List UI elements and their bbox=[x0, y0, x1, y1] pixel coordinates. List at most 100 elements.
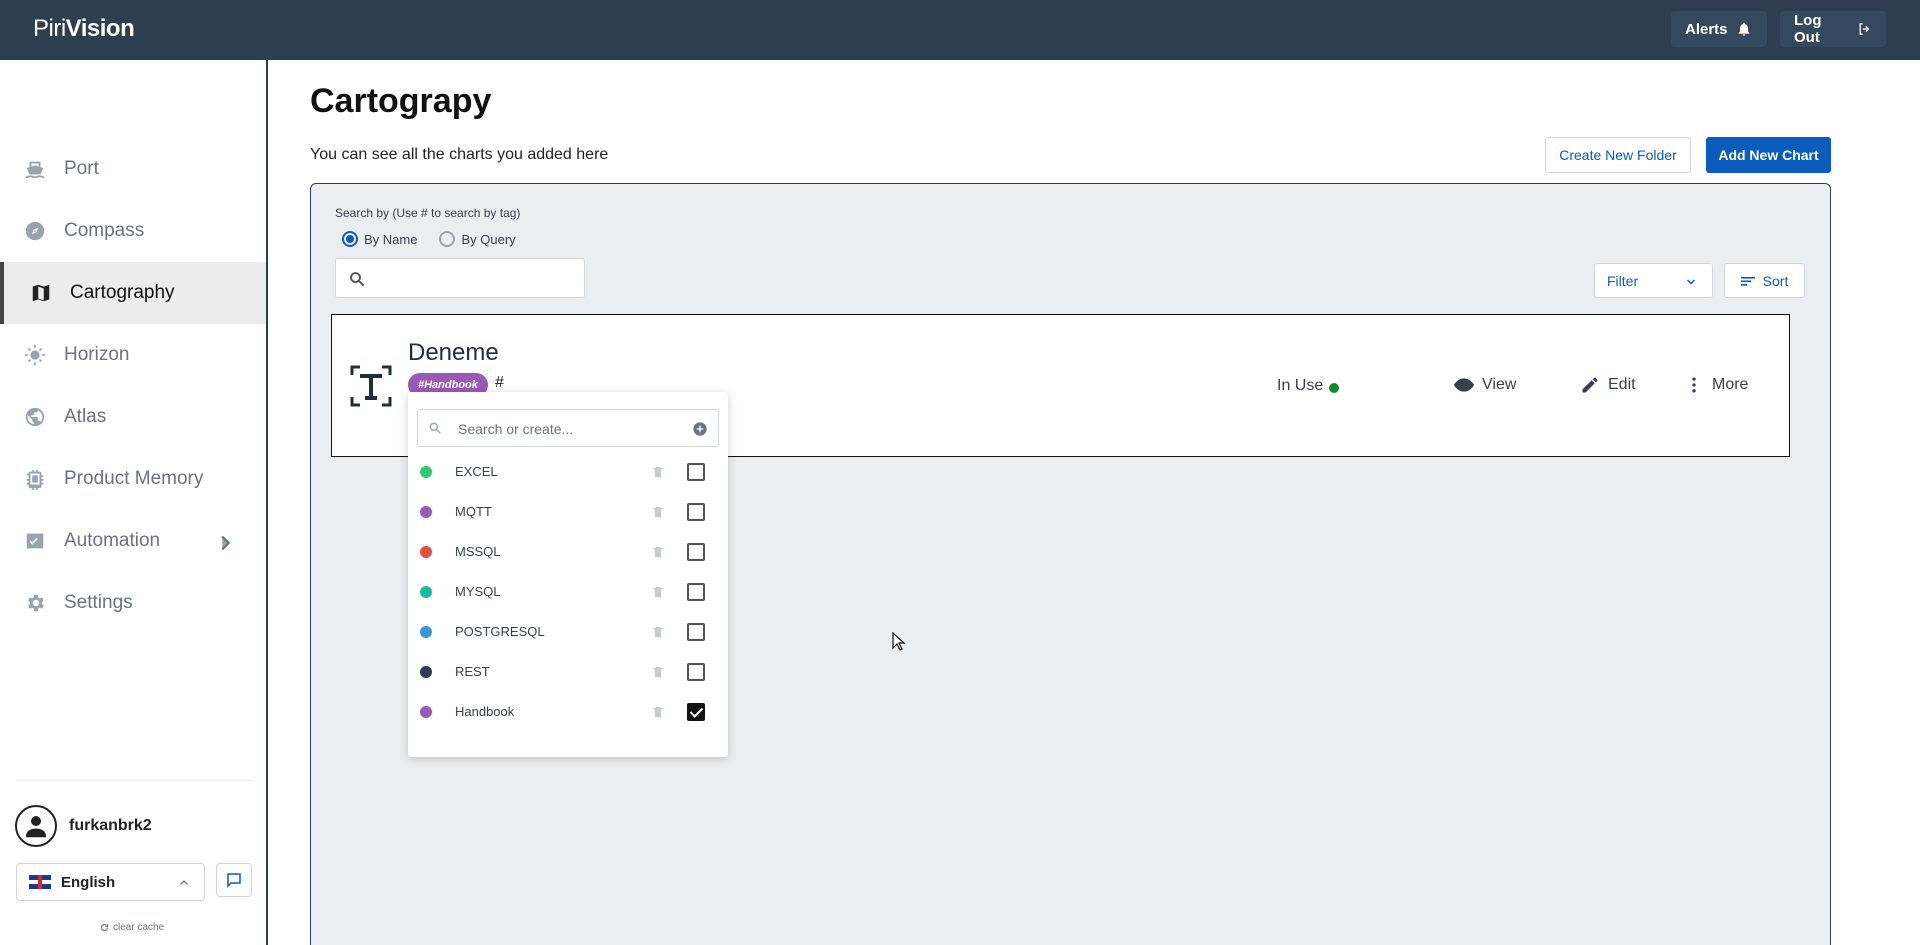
sidebar-item-atlas[interactable]: Atlas bbox=[0, 386, 266, 448]
app-logo[interactable]: PiriVision bbox=[33, 15, 135, 43]
sidebar-item-label: Settings bbox=[64, 592, 133, 613]
sun-icon bbox=[24, 344, 46, 366]
sidebar-item-cartography[interactable]: Cartography bbox=[0, 262, 266, 324]
sidebar-item-port[interactable]: Port bbox=[0, 138, 266, 200]
tag-checkbox[interactable] bbox=[687, 503, 705, 521]
radio-by-name[interactable]: By Name bbox=[342, 231, 417, 247]
ship-icon bbox=[25, 161, 45, 179]
username: furkanbrk2 bbox=[69, 817, 152, 834]
tag-name: POSTGRESQL bbox=[455, 624, 545, 639]
sidebar-item-automation[interactable]: Automation bbox=[0, 510, 266, 572]
sidebar-item-label: Product Memory bbox=[64, 468, 204, 489]
radio-by-query[interactable]: By Query bbox=[439, 231, 516, 247]
trash-icon[interactable] bbox=[651, 544, 665, 560]
tag-color-dot bbox=[420, 466, 432, 478]
tag-name: MYSQL bbox=[455, 584, 501, 599]
logout-label: Log Out bbox=[1794, 12, 1822, 46]
tag-search-input[interactable] bbox=[458, 418, 678, 440]
chart-title[interactable]: Deneme bbox=[408, 339, 499, 367]
user-profile[interactable]: furkanbrk2 bbox=[15, 805, 152, 847]
page-title: Cartograpy bbox=[310, 82, 492, 120]
tag-color-dot bbox=[420, 506, 432, 518]
top-bar: PiriVision Alerts Log Out bbox=[0, 0, 1920, 60]
edit-button[interactable]: Edit bbox=[1580, 375, 1636, 395]
language-label: English bbox=[61, 873, 116, 891]
chat-button[interactable] bbox=[216, 863, 252, 897]
add-tag-hash[interactable]: # bbox=[495, 374, 504, 392]
search-mode-radio-group: By Name By Query bbox=[342, 231, 516, 247]
alerts-button[interactable]: Alerts bbox=[1671, 11, 1767, 47]
trash-icon[interactable] bbox=[651, 464, 665, 480]
tag-option-row[interactable]: EXCEL bbox=[408, 452, 728, 492]
trash-icon[interactable] bbox=[651, 584, 665, 600]
chevron-up-icon bbox=[180, 880, 188, 885]
clear-cache-label: clear cache bbox=[113, 922, 165, 933]
sidebar-item-label: Horizon bbox=[64, 344, 130, 365]
tag-checkbox[interactable] bbox=[687, 623, 705, 641]
sidebar-item-compass[interactable]: Compass bbox=[0, 200, 266, 262]
sidebar-item-product-memory[interactable]: Product Memory bbox=[0, 448, 266, 510]
page-subtitle: You can see all the charts you added her… bbox=[310, 146, 609, 163]
sidebar-item-label: Automation bbox=[64, 530, 161, 551]
tag-option-row[interactable]: MYSQL bbox=[408, 572, 728, 612]
tag-checkbox[interactable] bbox=[687, 543, 705, 561]
tag-color-dot bbox=[420, 666, 432, 678]
radio-button[interactable] bbox=[439, 231, 456, 247]
tag-checkbox[interactable] bbox=[687, 463, 705, 481]
sidebar-item-settings[interactable]: Settings bbox=[0, 572, 266, 634]
trash-icon[interactable] bbox=[651, 624, 665, 640]
chevron-right-icon bbox=[221, 535, 231, 551]
trash-icon[interactable] bbox=[651, 704, 665, 720]
eye-icon bbox=[1454, 378, 1474, 392]
compass-icon bbox=[25, 221, 45, 241]
status-indicator: In Use bbox=[1277, 377, 1340, 395]
alerts-label: Alerts bbox=[1685, 20, 1728, 38]
tag-name: EXCEL bbox=[455, 464, 498, 479]
chip-icon bbox=[26, 469, 44, 490]
add-new-chart-button[interactable]: Add New Chart bbox=[1706, 137, 1831, 173]
status-dot bbox=[1329, 383, 1340, 393]
tag-search-field[interactable] bbox=[417, 409, 719, 447]
tag-option-row[interactable]: MQTT bbox=[408, 492, 728, 532]
tag-color-dot bbox=[420, 626, 432, 638]
status-label: In Use bbox=[1277, 377, 1324, 394]
tag-name: REST bbox=[455, 664, 490, 679]
tag-color-dot bbox=[420, 706, 432, 718]
bell-icon bbox=[1738, 22, 1749, 36]
tag-selector-popup: EXCEL MQTT MSSQL MYSQL POSTGRESQL REST Handboo… bbox=[408, 392, 728, 757]
view-button[interactable]: View bbox=[1454, 375, 1516, 395]
tag-option-row[interactable]: Handbook bbox=[408, 692, 728, 732]
create-new-folder-button[interactable]: Create New Folder bbox=[1545, 137, 1691, 173]
tag-option-row[interactable]: POSTGRESQL bbox=[408, 612, 728, 652]
filter-dropdown[interactable]: Filter bbox=[1594, 263, 1713, 298]
edit-label: Edit bbox=[1608, 376, 1636, 393]
sidebar-divider bbox=[16, 780, 252, 781]
more-button[interactable]: More bbox=[1684, 375, 1748, 395]
radio-button-selected[interactable] bbox=[342, 231, 358, 247]
pencil-icon bbox=[1582, 377, 1598, 393]
tag-checkbox[interactable] bbox=[687, 663, 705, 681]
tag-color-dot bbox=[420, 546, 432, 558]
tag-checkbox[interactable] bbox=[687, 583, 705, 601]
tag-name: MQTT bbox=[455, 504, 492, 519]
sidebar-item-label: Atlas bbox=[64, 406, 107, 427]
logout-button[interactable]: Log Out bbox=[1780, 11, 1886, 47]
search-icon bbox=[350, 272, 365, 287]
clear-cache-link[interactable]: clear cache bbox=[100, 922, 164, 933]
sort-button[interactable]: Sort bbox=[1724, 263, 1805, 298]
tag-name: MSSQL bbox=[455, 544, 501, 559]
tag-option-row[interactable]: MSSQL bbox=[408, 532, 728, 572]
sidebar-item-horizon[interactable]: Horizon bbox=[0, 324, 266, 386]
add-circle-icon[interactable] bbox=[692, 421, 708, 437]
sidebar: Port Compass Cartography Horizon Atlas P… bbox=[0, 60, 268, 945]
chart-search-input[interactable] bbox=[335, 258, 585, 298]
language-select[interactable]: English bbox=[16, 863, 205, 901]
gear-icon bbox=[28, 594, 44, 612]
map-icon bbox=[32, 284, 50, 302]
trash-icon[interactable] bbox=[651, 664, 665, 680]
tag-option-row[interactable]: REST bbox=[408, 652, 728, 692]
sort-icon bbox=[1740, 276, 1755, 286]
tag-checkbox[interactable] bbox=[687, 703, 705, 721]
automation-icon bbox=[26, 533, 44, 549]
trash-icon[interactable] bbox=[651, 504, 665, 520]
